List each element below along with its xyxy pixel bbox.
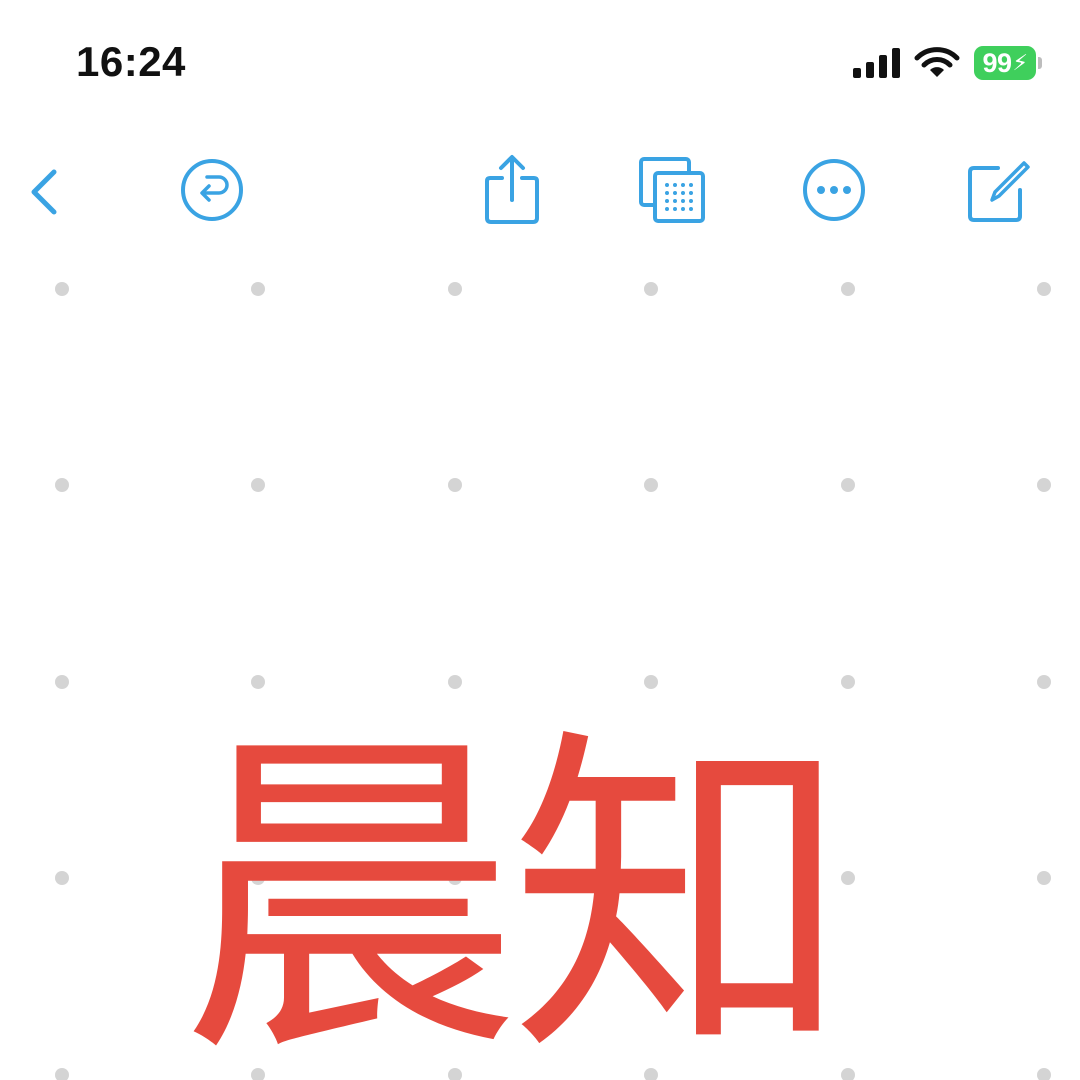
freeform-board-screen: 16:24 99 ⚡ 晨知 <box>0 0 1080 1080</box>
freeform-canvas[interactable]: 晨知 <box>0 240 1080 1080</box>
canvas-options-button[interactable] <box>632 150 712 230</box>
status-icons: 99 ⚡ <box>853 46 1042 80</box>
signal-icon <box>853 48 900 78</box>
status-bar: 16:24 99 ⚡ <box>0 0 1080 130</box>
battery-charging-icon: 99 ⚡ <box>974 46 1042 80</box>
handwritten-text[interactable]: 晨知 <box>180 730 850 1070</box>
share-icon <box>485 155 539 224</box>
ellipsis-circle-icon <box>803 159 865 221</box>
layers-grid-icon <box>639 157 705 223</box>
new-note-button[interactable] <box>956 150 1036 230</box>
toolbar <box>0 150 1080 230</box>
back-button[interactable] <box>4 150 84 230</box>
more-button[interactable] <box>794 150 874 230</box>
charging-bolt-icon: ⚡ <box>1012 50 1028 75</box>
compose-icon <box>968 161 1030 222</box>
share-button[interactable] <box>472 150 552 230</box>
status-time: 16:24 <box>76 38 186 85</box>
chevron-left-icon <box>31 169 57 215</box>
undo-button[interactable] <box>172 150 252 230</box>
battery-percent: 99 <box>982 47 1013 78</box>
wifi-icon <box>914 47 960 77</box>
battery-level: 99 ⚡ <box>974 46 1036 80</box>
battery-cap <box>1038 57 1042 69</box>
undo-circle-icon <box>181 159 243 221</box>
